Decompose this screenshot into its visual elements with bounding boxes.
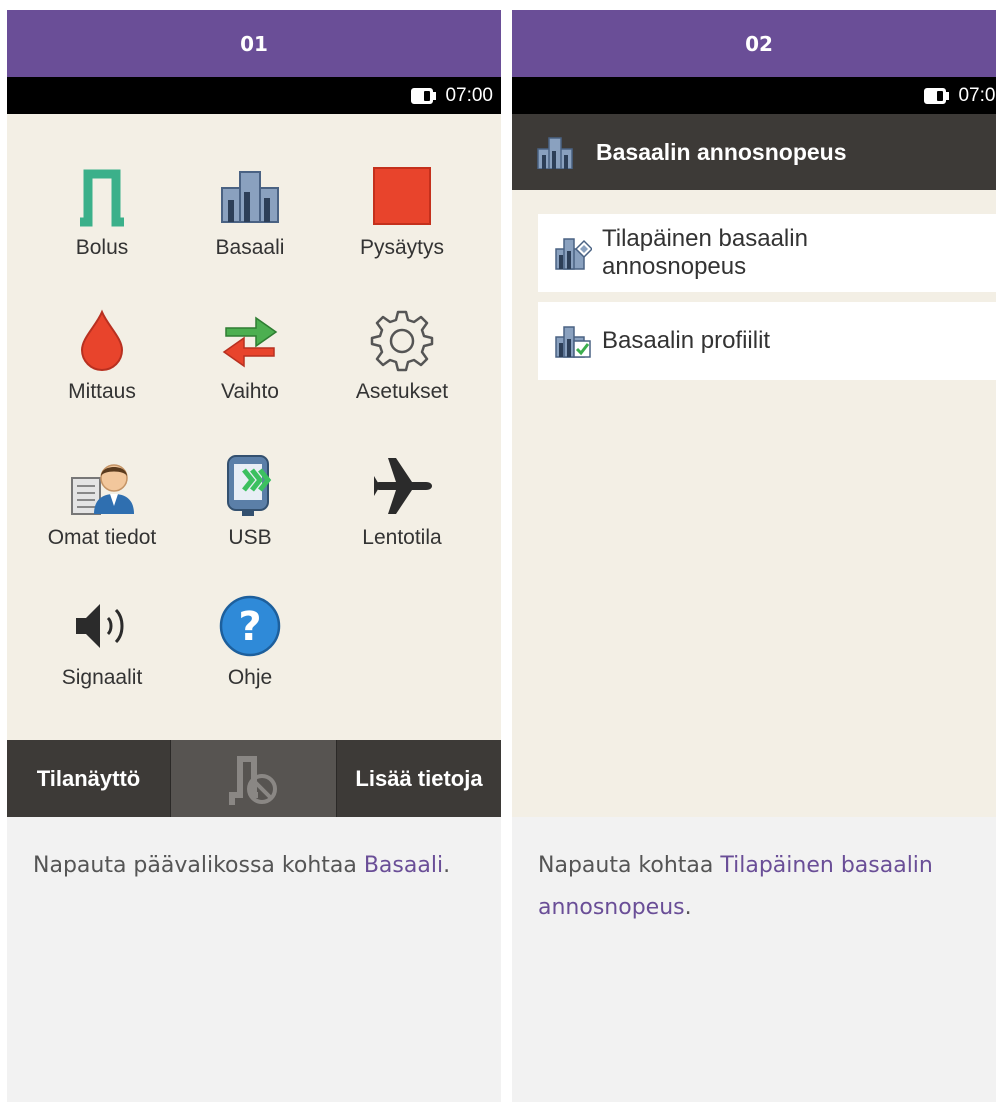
instruction-text: Napauta kohtaa xyxy=(538,853,721,878)
swap-arrows-icon xyxy=(222,316,278,368)
blood-drop-icon xyxy=(80,309,124,371)
clock-time: 07:00 xyxy=(445,84,493,106)
clock-time: 07:00 xyxy=(958,84,996,106)
menu-item-signals[interactable]: Signaalit xyxy=(27,594,177,690)
device-screen: 07:00 Basaalin annosnopeus xyxy=(512,77,996,817)
step-number: 02 xyxy=(745,31,773,56)
menu-label: Ohje xyxy=(227,666,273,689)
instruction-text: Napauta päävalikossa kohtaa xyxy=(33,853,364,878)
menu-item-my-data[interactable]: Omat tiedot xyxy=(27,454,177,550)
basal-chart-icon xyxy=(537,137,573,169)
airplane-icon xyxy=(374,458,432,514)
temporary-basal-rate-item[interactable]: Tilapäinen basaalin annosnopeus xyxy=(538,214,996,292)
step-instruction: Napauta päävalikossa kohtaa Basaali. xyxy=(7,817,501,915)
more-info-button[interactable]: Lisää tietoja xyxy=(337,740,501,817)
menu-item-basal[interactable]: Basaali xyxy=(175,164,325,260)
basal-profile-check-icon xyxy=(555,326,591,358)
menu-item-help[interactable]: ? Ohje xyxy=(175,594,325,690)
stop-icon xyxy=(373,167,431,225)
menu-item-usb[interactable]: USB xyxy=(175,454,325,550)
step-number-bar: 01 xyxy=(7,10,501,77)
screen-title: Basaalin annosnopeus xyxy=(596,138,847,165)
menu-item-stop[interactable]: Pysäytys xyxy=(327,164,477,260)
basal-profiles-item[interactable]: Basaalin profiilit xyxy=(538,302,996,380)
gear-icon xyxy=(370,310,434,372)
device-screen: 07:00 Bolus Basaali Pysäytys Mittaus Vai… xyxy=(7,77,501,817)
status-bar: 07:00 xyxy=(7,77,501,114)
item-label-line-2: annosnopeus xyxy=(602,253,747,280)
temporary-basal-icon xyxy=(555,238,592,270)
softkey-bar: Tilanäyttö Lisää tietoja xyxy=(7,740,501,817)
menu-label: Lentotila xyxy=(362,526,442,549)
bolus-icon xyxy=(80,169,124,227)
menu-item-change[interactable]: Vaihto xyxy=(175,308,325,404)
usb-device-icon xyxy=(227,455,272,516)
screen-title-bar: Basaalin annosnopeus xyxy=(512,114,996,190)
step-panel-1: 01 07:00 Bolus Basaali Pysäytys Mittaus … xyxy=(7,10,501,1102)
status-screen-button[interactable]: Tilanäyttö xyxy=(7,740,170,817)
pump-blocked-icon xyxy=(228,755,277,805)
battery-icon xyxy=(411,87,437,104)
help-icon: ? xyxy=(219,595,281,657)
item-label: Basaalin profiilit xyxy=(602,327,771,354)
menu-item-settings[interactable]: Asetukset xyxy=(327,308,477,404)
menu-label: Vaihto xyxy=(221,380,279,403)
battery-icon xyxy=(924,87,950,104)
menu-label: Omat tiedot xyxy=(47,526,157,549)
softkey-label: Lisää tietoja xyxy=(355,765,483,791)
menu-label: Asetukset xyxy=(355,380,449,403)
instruction-end: . xyxy=(443,853,451,878)
instruction-highlight: Basaali xyxy=(363,853,444,878)
menu-label: Mittaus xyxy=(68,380,136,403)
menu-label: Basaali xyxy=(215,236,285,259)
pump-disabled-button[interactable] xyxy=(170,740,337,817)
step-number: 01 xyxy=(240,31,268,56)
step-number-bar: 02 xyxy=(512,10,996,77)
item-label-line-1: Tilapäinen basaalin xyxy=(602,225,808,252)
basal-chart-icon xyxy=(221,171,279,223)
menu-label: Signaalit xyxy=(61,666,143,689)
instruction-end: . xyxy=(684,895,692,920)
menu-label: Pysäytys xyxy=(359,236,445,259)
menu-label: USB xyxy=(228,526,272,549)
step-panel-2: 02 07:00 Basaalin annosnopeus xyxy=(512,10,996,1102)
menu-item-flight-mode[interactable]: Lentotila xyxy=(327,454,477,550)
svg-text:?: ? xyxy=(238,604,261,650)
speaker-icon xyxy=(76,604,124,648)
menu-label: Bolus xyxy=(75,236,129,259)
menu-item-bolus[interactable]: Bolus xyxy=(27,164,177,260)
menu-item-measurement[interactable]: Mittaus xyxy=(27,308,177,404)
step-instruction: Napauta kohtaa Tilapäinen basaalin annos… xyxy=(512,817,996,957)
basal-options-list: Tilapäinen basaalin annosnopeus Basaalin… xyxy=(512,190,996,380)
user-profile-icon xyxy=(71,464,134,515)
status-bar: 07:00 xyxy=(512,77,996,114)
softkey-label: Tilanäyttö xyxy=(36,765,141,791)
